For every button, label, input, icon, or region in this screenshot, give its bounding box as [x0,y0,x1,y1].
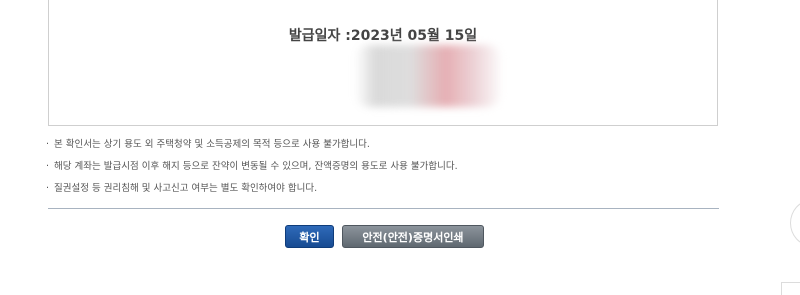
notice-item: · 질권설정 등 권리침해 및 사고신고 여부는 별도 확인하여야 합니다. [46,183,726,195]
divider [48,208,719,209]
bullet-icon: · [46,161,50,172]
issue-date: 발급일자 :2023년 05월 15일 [288,28,478,44]
certificate-popup: 발급일자 :2023년 05월 15일 · 본 확인서는 상기 용도 외 주택청약… [0,0,800,295]
notice-item: · 본 확인서는 상기 용도 외 주택청약 및 소득공제의 목적 등으로 사용 불… [46,139,726,151]
notice-text: 해당 계좌는 발급시점 이후 해지 등으로 잔약이 변동될 수 있으며, 잔액증… [54,161,458,172]
safe-print-button[interactable]: 안전(안전)증명서인쇄 [342,225,484,248]
certificate-panel: 발급일자 :2023년 05월 15일 [48,0,718,126]
corner-frame [781,282,800,295]
blurred-seal-image [355,45,501,107]
confirm-button[interactable]: 확인 [285,225,334,248]
notice-text: 본 확인서는 상기 용도 외 주택청약 및 소득공제의 목적 등으로 사용 불가… [54,139,370,150]
floating-side-button[interactable] [790,200,800,246]
notice-item: · 해당 계좌는 발급시점 이후 해지 등으로 잔약이 변동될 수 있으며, 잔액… [46,161,726,173]
bullet-icon: · [46,139,50,150]
notice-text: 질권설정 등 권리침해 및 사고신고 여부는 별도 확인하여야 합니다. [54,183,318,194]
bullet-icon: · [46,183,50,194]
notice-list: · 본 확인서는 상기 용도 외 주택청약 및 소득공제의 목적 등으로 사용 불… [46,139,726,205]
